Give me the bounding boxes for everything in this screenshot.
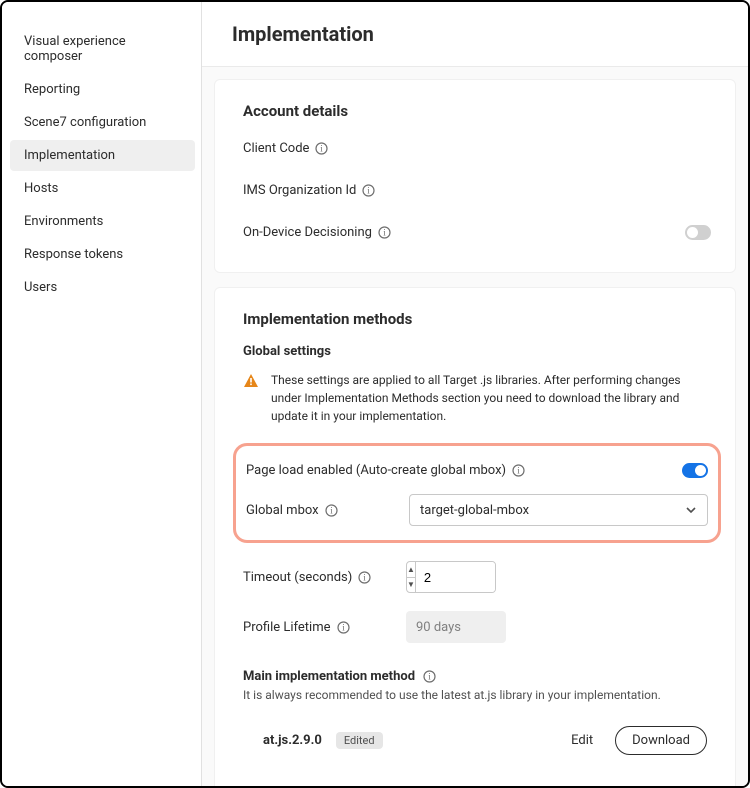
info-icon[interactable]: i [512, 464, 525, 477]
main-method-download[interactable]: Download [615, 726, 707, 755]
account-details-heading: Account details [243, 102, 711, 120]
main-method-heading: Main implementation method [243, 669, 415, 684]
global-mbox-highlight: Page load enabled (Auto-create global mb… [233, 443, 721, 543]
profile-lifetime-label: Profile Lifetime [243, 620, 331, 635]
main-method-row: at.js.2.9.0 Edited Edit Download [243, 718, 711, 763]
svg-text:i: i [364, 572, 367, 582]
warning-icon [243, 373, 259, 389]
svg-text:i: i [342, 622, 345, 632]
global-settings-warning: These settings are applied to all Target… [271, 371, 711, 425]
info-icon[interactable]: i [378, 226, 391, 239]
svg-text:i: i [321, 143, 324, 153]
on-device-toggle[interactable] [685, 225, 711, 240]
info-icon[interactable]: i [337, 621, 350, 634]
ims-org-label: IMS Organization Id [243, 183, 356, 198]
page-title: Implementation [232, 22, 723, 46]
global-mbox-label: Global mbox [246, 503, 319, 518]
sidebar-item-hosts[interactable]: Hosts [10, 173, 195, 204]
global-mbox-select[interactable]: target-global-mbox [409, 494, 708, 526]
timeout-stepper[interactable]: ▲ ▼ [406, 561, 496, 593]
info-icon[interactable]: i [315, 142, 328, 155]
main-method-sub: It is always recommended to use the late… [243, 688, 711, 702]
sidebar-item-environments[interactable]: Environments [10, 206, 195, 237]
sidebar-item-response-tokens[interactable]: Response tokens [10, 239, 195, 270]
chevron-down-icon [685, 504, 697, 516]
main-method-name: at.js.2.9.0 [263, 733, 322, 748]
sidebar-item-users[interactable]: Users [10, 272, 195, 303]
global-mbox-value: target-global-mbox [420, 503, 529, 518]
edited-badge: Edited [336, 732, 383, 749]
global-settings-heading: Global settings [243, 344, 711, 359]
profile-lifetime-value: 90 days [406, 611, 506, 643]
client-code-label: Client Code [243, 141, 309, 156]
sidebar-item-reporting[interactable]: Reporting [10, 74, 195, 105]
svg-text:i: i [428, 672, 431, 682]
implementation-methods-card: Implementation methods Global settings T… [214, 287, 736, 786]
page-load-enabled-label: Page load enabled (Auto-create global mb… [246, 463, 506, 478]
info-icon[interactable]: i [358, 571, 371, 584]
info-icon[interactable]: i [423, 670, 436, 683]
stepper-up[interactable]: ▲ [407, 562, 415, 578]
sidebar-item-implementation[interactable]: Implementation [10, 140, 195, 171]
sidebar: Visual experience composer Reporting Sce… [2, 2, 202, 786]
svg-text:i: i [383, 227, 386, 237]
timeout-label: Timeout (seconds) [243, 570, 352, 585]
account-details-card: Account details Client Code i IMS Organi… [214, 79, 736, 273]
svg-text:i: i [330, 505, 333, 515]
timeout-input[interactable] [416, 562, 496, 592]
stepper-down[interactable]: ▼ [407, 578, 415, 593]
info-icon[interactable]: i [362, 184, 375, 197]
implementation-methods-heading: Implementation methods [243, 310, 711, 328]
page-header: Implementation [202, 2, 748, 67]
sidebar-item-vec[interactable]: Visual experience composer [10, 26, 195, 72]
svg-text:i: i [517, 465, 520, 475]
main-method-edit[interactable]: Edit [571, 733, 593, 748]
page-load-enabled-toggle[interactable] [682, 463, 708, 478]
sidebar-item-scene7[interactable]: Scene7 configuration [10, 107, 195, 138]
svg-text:i: i [368, 185, 371, 195]
info-icon[interactable]: i [325, 504, 338, 517]
on-device-label: On-Device Decisioning [243, 225, 372, 240]
